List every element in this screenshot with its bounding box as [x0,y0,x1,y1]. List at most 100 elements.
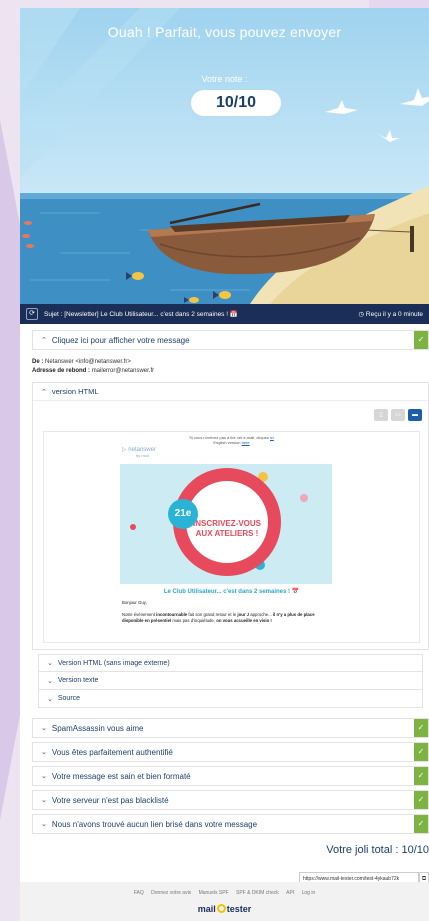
tablet-icon: ▭ [395,412,401,418]
spamassassin-check[interactable]: ⌄ SpamAssassin vous aime ✓ [32,718,429,738]
decor-dot [300,494,308,502]
from-label: De : [32,359,44,365]
text-segment: incontournable [156,612,188,617]
logo-subtext: by mcd [136,453,149,458]
score-label: Votre note : [201,74,248,84]
sender-info: De : Netanswer <info@netanswer.fr> Adres… [32,358,429,376]
section-label: Source [57,695,81,702]
total-score: Votre joli total : 10/10 [326,844,429,856]
desktop-icon: ▬ [412,412,418,418]
received-time: ◷ Reçu il y a 0 minute [358,310,423,318]
chevron-down-icon: ⌄ [41,797,47,804]
text-segment: on vous accueille en visio ! [216,618,272,623]
html-version-label: version HTML [51,387,99,396]
authentication-check[interactable]: ⌄ Vous êtes parfaitement authentifié ✓ [32,742,429,762]
chevron-down-icon: ⌄ [41,725,47,732]
text-segment: fait son grand retour et le [187,612,238,617]
clock-icon: ◷ [358,311,366,318]
check-label: SpamAssassin vous aime [51,723,144,733]
footer-link-login[interactable]: Log in [302,890,316,896]
format-check[interactable]: ⌄ Votre message est sain et bien formaté ✓ [32,766,429,786]
html-no-images-toggle[interactable]: ⌄ Version HTML (sans image externe) [38,654,423,672]
check-label: Nous n'avons trouvé aucun lien brisé dan… [51,819,258,829]
check-icon: ✓ [414,767,428,785]
chevron-down-icon: ⌄ [41,821,47,828]
result-hero: Ouah ! Parfait, vous pouvez envoyer Votr… [20,8,429,304]
desktop-view-button[interactable]: ▬ [408,409,422,421]
refresh-button[interactable]: ⟳ [26,308,38,320]
footer-link-spf-manuals[interactable]: Manuels SPF [199,890,229,896]
email-body: Bonjour Guy, Notre évènement incontourna… [122,600,334,624]
footer-link-api[interactable]: API [286,890,294,896]
email-preview: Si vous n'arrivez pas à lire cet e-mail,… [43,431,420,643]
email-banner[interactable]: INSCRIVEZ-VOUS AUX ATELIERS ! 21e [120,464,332,584]
email-club-title: Le Club Utilisateur... c'est dans 2 sema… [163,589,300,595]
version-sections: ⌄ Version HTML (sans image externe) ⌄ Vers… [32,654,429,708]
broken-links-check[interactable]: ⌄ Nous n'avons trouvé aucun lien brisé da… [32,814,429,834]
html-version-toggle[interactable]: ⌃ version HTML [33,383,428,401]
mobile-view-button[interactable]: ▯ [374,409,388,421]
netanswer-logo: ▷ netanswer by mcd [122,446,156,458]
footer-link-faq[interactable]: FAQ [134,890,144,896]
source-toggle[interactable]: ⌄ Source [38,690,423,708]
view-mode-buttons: ▯ ▭ ▬ [374,409,422,421]
banner-cta: INSCRIVEZ-VOUS AUX ATELIERS ! [186,519,268,539]
footer-links: FAQ Donnez votre avis Manuels SPF SPF & … [20,890,429,896]
edition-badge: 21e [168,499,198,529]
check-label: Votre message est sain et bien formaté [51,771,191,781]
result-title: Ouah ! Parfait, vous pouvez envoyer [107,24,342,40]
decor-dot [130,524,136,530]
bounce-label: Adresse de rebond : [32,368,91,374]
tablet-view-button[interactable]: ▭ [391,409,405,421]
email-header-links: Si vous n'arrivez pas à lire cet e-mail,… [44,435,419,445]
brand-text: tester [226,904,252,914]
phone-icon: ▯ [379,412,383,418]
brand-text: mail [197,904,216,914]
chevron-down-icon: ⌄ [41,749,47,756]
english-version-link[interactable]: here [242,440,250,445]
check-label: Votre serveur n'est pas blacklisté [51,795,169,805]
page: Ouah ! Parfait, vous pouvez envoyer Votr… [20,8,429,921]
email-greeting: Bonjour Guy, [122,600,147,605]
english-version-text: English version [213,440,241,445]
show-message-toggle[interactable]: ⌃ Cliquez ici pour afficher votre messag… [32,330,429,350]
subject-bar: ⟳ Sujet : [Newsletter] Le Club Utilisate… [20,304,429,324]
read-online-link[interactable]: ici [270,435,274,440]
bounce-value: mailerror@netanswer.fr [91,368,155,374]
footer-link-feedback[interactable]: Donnez votre avis [151,890,191,896]
brand-ring-icon [216,904,226,913]
chevron-down-icon: ⌄ [47,660,53,667]
check-icon: ✓ [414,719,428,737]
html-version-panel: ⌃ version HTML ▯ ▭ ▬ Si vous n'arrivez p… [32,382,429,650]
text-segment: approche... [249,612,273,617]
text-version-toggle[interactable]: ⌄ Version texte [38,672,423,690]
text-segment: mais pas d'inquiétude, [171,618,217,623]
chevron-down-icon: ⌄ [47,695,53,703]
chevron-up-icon: ⌃ [41,337,47,344]
footer: FAQ Donnez votre avis Manuels SPF SPF & … [20,882,429,921]
banner-line-2: AUX ATELIERS ! [195,529,259,538]
chevron-down-icon: ⌄ [41,773,47,780]
section-label: Version HTML (sans image externe) [57,659,170,667]
check-icon: ✓ [414,791,428,809]
footer-link-spf-dkim[interactable]: SPF & DKIM check [236,890,279,896]
text-segment: Notre évènement [122,612,157,617]
from-value: Netanswer <info@netanswer.fr> [45,359,131,365]
text-segment: jour J [237,612,250,617]
check-icon: ✓ [414,331,428,349]
email-subject: Sujet : [Newsletter] Le Club Utilisateur… [44,311,238,318]
check-label: Vous êtes parfaitement authentifié [51,747,173,757]
section-label: Version texte [57,677,99,684]
banner-line-1: INSCRIVEZ-VOUS [192,519,261,528]
chevron-down-icon: ⌄ [47,677,53,685]
mail-tester-logo: mail tester [20,904,429,914]
chevron-up-icon: ⌃ [41,388,47,396]
score-badge: 10/10 [191,90,281,116]
received-text: Reçu il y a 0 minute [365,311,423,318]
report-content: ⌃ Cliquez ici pour afficher votre messag… [32,330,429,834]
check-icon: ✓ [414,815,428,833]
blacklist-check[interactable]: ⌄ Votre serveur n'est pas blacklisté ✓ [32,790,429,810]
show-message-label: Cliquez ici pour afficher votre message [51,335,190,345]
beach-illustration [20,8,429,304]
email-paragraph: Notre évènement incontournable fait son … [122,612,334,624]
